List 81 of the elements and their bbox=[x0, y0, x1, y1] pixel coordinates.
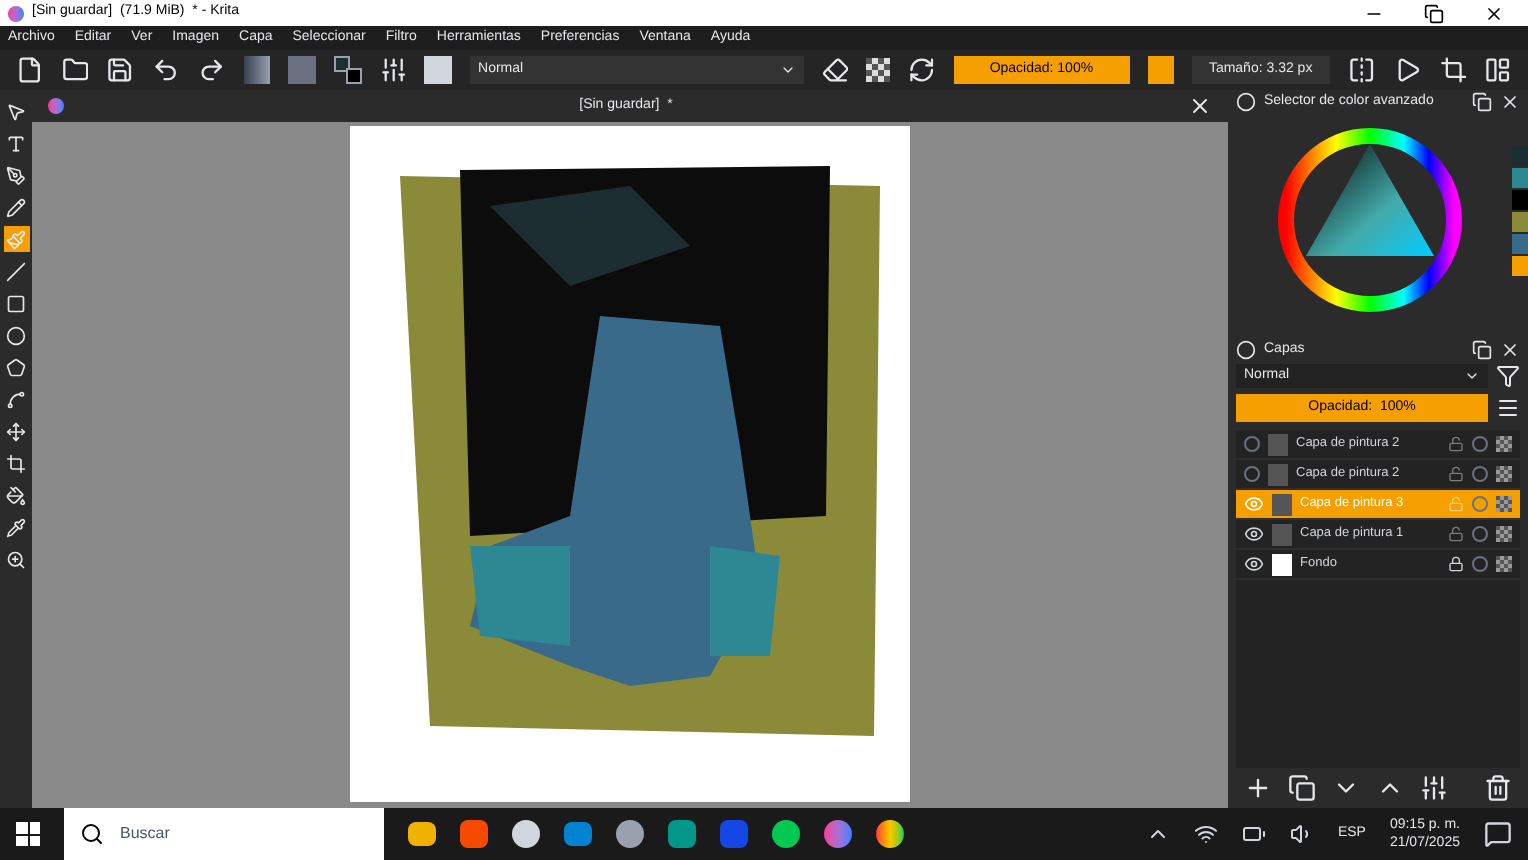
visibility-eye-icon[interactable] bbox=[1244, 524, 1264, 544]
windows-start-icon[interactable] bbox=[16, 822, 40, 846]
app-icon[interactable] bbox=[512, 820, 540, 848]
add-layer-icon[interactable] bbox=[1244, 774, 1272, 802]
restore-icon[interactable] bbox=[1424, 3, 1444, 23]
search-field[interactable]: Buscar bbox=[64, 808, 384, 860]
pattern-swatch[interactable] bbox=[288, 56, 316, 84]
color-swatch[interactable] bbox=[1512, 146, 1528, 166]
volume-icon[interactable] bbox=[1289, 822, 1314, 846]
panel-icon bbox=[1236, 340, 1256, 360]
tool-button[interactable] bbox=[3, 226, 29, 252]
layer-thumbnail bbox=[1272, 553, 1292, 575]
tool-button[interactable] bbox=[3, 546, 29, 572]
mirror-icon[interactable] bbox=[1348, 56, 1376, 84]
tool-button[interactable] bbox=[3, 322, 29, 348]
delete-icon[interactable] bbox=[1484, 774, 1512, 802]
tool-button[interactable] bbox=[3, 162, 29, 188]
tool-button[interactable] bbox=[3, 514, 29, 540]
alpha-lock-icon[interactable] bbox=[866, 58, 890, 82]
filter-icon[interactable] bbox=[1496, 364, 1520, 388]
browser-app-icon[interactable] bbox=[460, 820, 488, 848]
battery-icon[interactable] bbox=[1241, 822, 1266, 846]
eraser-icon[interactable] bbox=[821, 56, 849, 84]
duplicate-icon[interactable] bbox=[1288, 774, 1316, 802]
chrome-app-icon[interactable] bbox=[876, 820, 904, 848]
reload-icon[interactable] bbox=[907, 56, 936, 84]
color-swatches-icon[interactable] bbox=[333, 56, 362, 84]
krita-app-icon[interactable] bbox=[824, 820, 852, 848]
undo-icon[interactable] bbox=[152, 56, 180, 84]
save-icon[interactable] bbox=[106, 56, 135, 84]
layer-thumbnail bbox=[1272, 523, 1292, 545]
color-swatch[interactable] bbox=[1512, 256, 1528, 276]
new-file-icon[interactable] bbox=[16, 56, 44, 84]
lock-icon[interactable] bbox=[1448, 556, 1464, 572]
brush-settings-icon[interactable] bbox=[379, 56, 407, 84]
panel-layout-icon[interactable] bbox=[1484, 56, 1513, 84]
tool-button[interactable] bbox=[3, 258, 29, 284]
krita-logo-icon bbox=[8, 5, 24, 21]
color-swatch[interactable] bbox=[1512, 168, 1528, 188]
app-icon[interactable] bbox=[616, 820, 644, 848]
app-icon[interactable] bbox=[668, 820, 696, 848]
close-icon[interactable] bbox=[1500, 92, 1520, 112]
folder-app-icon[interactable] bbox=[408, 822, 436, 846]
tool-button[interactable] bbox=[3, 354, 29, 380]
color-swatch[interactable] bbox=[1512, 190, 1528, 210]
caret-icon bbox=[1464, 368, 1480, 384]
properties-icon[interactable] bbox=[1420, 774, 1448, 802]
caret-icon bbox=[779, 62, 796, 78]
color-wheel-drawing[interactable] bbox=[1274, 124, 1466, 316]
notifications-icon[interactable] bbox=[1484, 820, 1512, 848]
gradient-swatch[interactable] bbox=[243, 56, 271, 84]
color-swatch[interactable] bbox=[1512, 212, 1528, 232]
redo-icon[interactable] bbox=[197, 56, 226, 84]
layer-thumbnail bbox=[1272, 493, 1292, 515]
layer-thumbnail bbox=[1268, 433, 1288, 455]
visibility-eye-icon[interactable] bbox=[1244, 554, 1264, 574]
tool-button[interactable] bbox=[3, 290, 29, 316]
tool-button[interactable] bbox=[3, 194, 29, 220]
search-icon bbox=[80, 822, 104, 846]
tool-button[interactable] bbox=[3, 482, 29, 508]
layer-thumbnail bbox=[1268, 463, 1288, 485]
search-placeholder: Buscar bbox=[120, 822, 170, 846]
crop-icon[interactable] bbox=[1439, 56, 1467, 84]
menu-icon[interactable] bbox=[1496, 396, 1520, 420]
float-icon[interactable] bbox=[1472, 92, 1492, 112]
panel-icon bbox=[1236, 92, 1256, 112]
word-app-icon[interactable] bbox=[720, 820, 748, 848]
close-icon[interactable] bbox=[1500, 340, 1520, 360]
whatsapp-app-icon[interactable] bbox=[772, 820, 800, 848]
close-icon[interactable] bbox=[1484, 3, 1504, 23]
tool-button[interactable] bbox=[3, 418, 29, 444]
tool-button[interactable] bbox=[3, 450, 29, 476]
foreground-color-swatch[interactable] bbox=[1147, 56, 1175, 84]
play-icon[interactable] bbox=[1393, 56, 1422, 84]
float-icon[interactable] bbox=[1472, 340, 1492, 360]
color-swatch[interactable] bbox=[1512, 234, 1528, 254]
tool-button[interactable] bbox=[3, 386, 29, 412]
krita-logo-icon bbox=[48, 98, 64, 114]
brush-preset-icon[interactable] bbox=[424, 56, 453, 84]
close-icon[interactable] bbox=[1188, 94, 1212, 118]
open-folder-icon[interactable] bbox=[61, 56, 89, 84]
